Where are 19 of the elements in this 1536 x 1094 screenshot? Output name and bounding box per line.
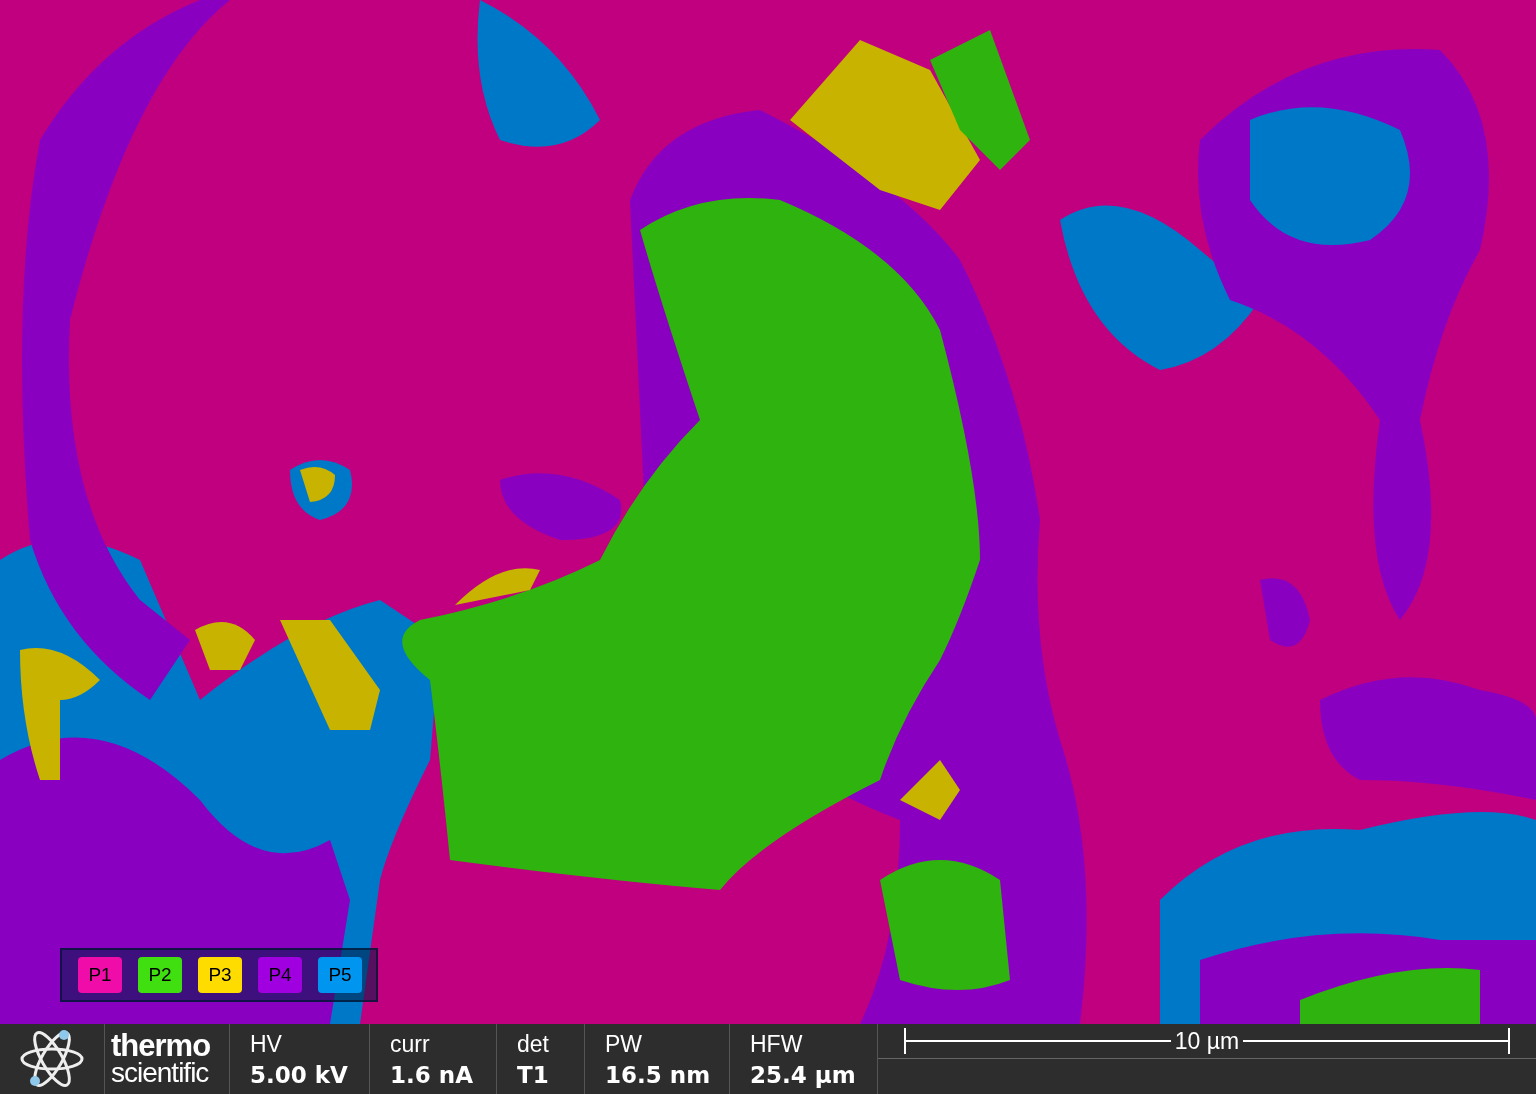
scale-bar: 10 µm — [904, 1028, 1510, 1054]
phase-legend-swatch: P3 — [198, 957, 242, 993]
parameter-label: HV — [250, 1030, 283, 1058]
parameter-label: HFW — [750, 1030, 804, 1058]
parameter-label: PW — [605, 1030, 644, 1058]
phase-legend-swatch: P5 — [318, 957, 362, 993]
parameter-value: 1.6 nA — [390, 1061, 474, 1088]
phase-legend-swatch: P2 — [138, 957, 182, 993]
parameter-label: det — [517, 1030, 550, 1058]
parameter-value: 5.00 kV — [250, 1061, 349, 1088]
brand-name: thermo — [111, 1031, 212, 1061]
brand-name: scientific — [111, 1060, 210, 1087]
phase-legend-swatch: P1 — [78, 957, 122, 993]
parameter-value: T1 — [517, 1061, 550, 1088]
parameter-value: 16.5 nm — [605, 1061, 712, 1088]
phase-legend-swatch: P4 — [258, 957, 302, 993]
parameter-value: 25.4 µm — [750, 1061, 857, 1088]
atom-logo-icon — [20, 1029, 84, 1089]
parameter-label: curr — [390, 1030, 431, 1058]
